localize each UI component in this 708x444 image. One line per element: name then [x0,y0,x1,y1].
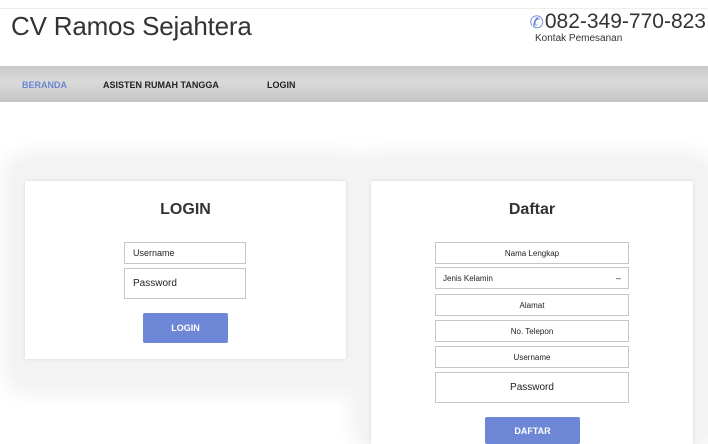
contact-caption: Kontak Pemesanan [535,33,623,44]
register-fullname-input[interactable] [435,242,629,264]
chevron-down-icon: – [615,273,621,283]
register-password-input[interactable] [435,372,629,403]
phone-number: ✆082-349-770-823 [530,10,706,34]
nav-item-login[interactable]: LOGIN [267,80,296,90]
navbar: BERANDA ASISTEN RUMAH TANGGA LOGIN [0,66,708,102]
register-card: Daftar Jenis Kelamin – DAFTAR [371,181,693,444]
nav-item-asisten-rumah-tangga[interactable]: ASISTEN RUMAH TANGGA [103,80,219,90]
top-divider [0,8,708,9]
login-button[interactable]: LOGIN [143,313,228,343]
register-gender-select[interactable]: Jenis Kelamin – [435,267,629,289]
login-title: LOGIN [160,201,211,218]
phone-icon: ✆ [529,13,544,32]
login-password-input[interactable] [124,268,246,299]
register-phone-input[interactable] [435,320,629,342]
login-card: LOGIN LOGIN [25,181,346,359]
login-username-input[interactable] [124,242,246,264]
register-username-input[interactable] [435,346,629,368]
nav-item-beranda[interactable]: BERANDA [22,80,67,90]
register-button[interactable]: DAFTAR [485,417,580,444]
phone-number-text: 082-349-770-823 [544,10,706,33]
register-address-input[interactable] [435,294,629,316]
gender-select-value: Jenis Kelamin [443,273,493,283]
site-title: CV Ramos Sejahtera [11,11,252,41]
register-title: Daftar [508,201,556,218]
